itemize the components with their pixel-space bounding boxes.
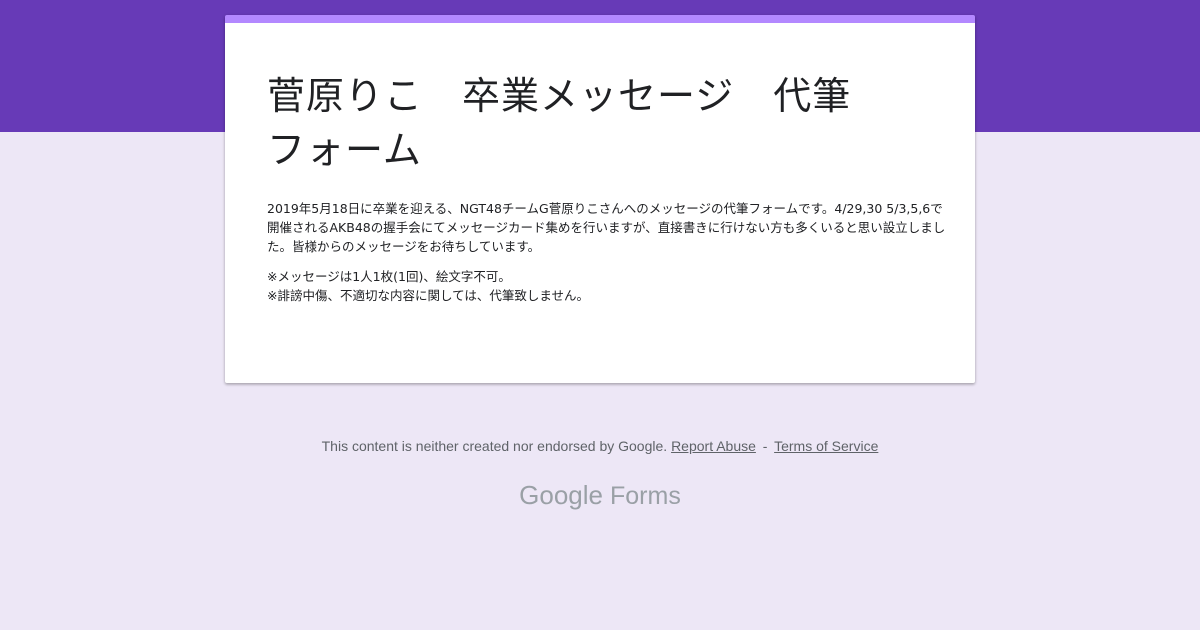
disclaimer-text: This content is neither created nor endo… <box>321 438 668 454</box>
form-header-card: 菅原りこ 卒業メッセージ 代筆 フォーム 2019年5月18日に卒業を迎える、N… <box>225 15 975 383</box>
terms-of-service-link[interactable]: Terms of Service <box>774 438 878 454</box>
form-title: 菅原りこ 卒業メッセージ 代筆 フォーム <box>267 74 852 172</box>
google-forms-logo[interactable]: Google Forms <box>0 480 1200 511</box>
description-paragraph-intro: 2019年5月18日に卒業を迎える、NGT48チームG菅原りこさんへのメッセージ… <box>267 201 946 254</box>
description-rules: ※メッセージは1人1枚(1回)、絵文字不可。 ※誹謗中傷、不適切な内容に関しては… <box>267 267 947 305</box>
form-description: 2019年5月18日に卒業を迎える、NGT48チームG菅原りこさんへのメッセージ… <box>267 199 947 316</box>
footer-disclaimer: This content is neither created nor endo… <box>0 438 1200 454</box>
report-abuse-link[interactable]: Report Abuse <box>671 438 756 454</box>
description-rule-no-abuse: ※誹謗中傷、不適切な内容に関しては、代筆致しません。 <box>267 288 589 303</box>
forms-wordmark: Forms <box>610 482 681 510</box>
footer-separator: - <box>762 438 768 454</box>
description-rule-one-message: ※メッセージは1人1枚(1回)、絵文字不可。 <box>267 269 511 284</box>
google-wordmark: Google <box>519 480 603 510</box>
